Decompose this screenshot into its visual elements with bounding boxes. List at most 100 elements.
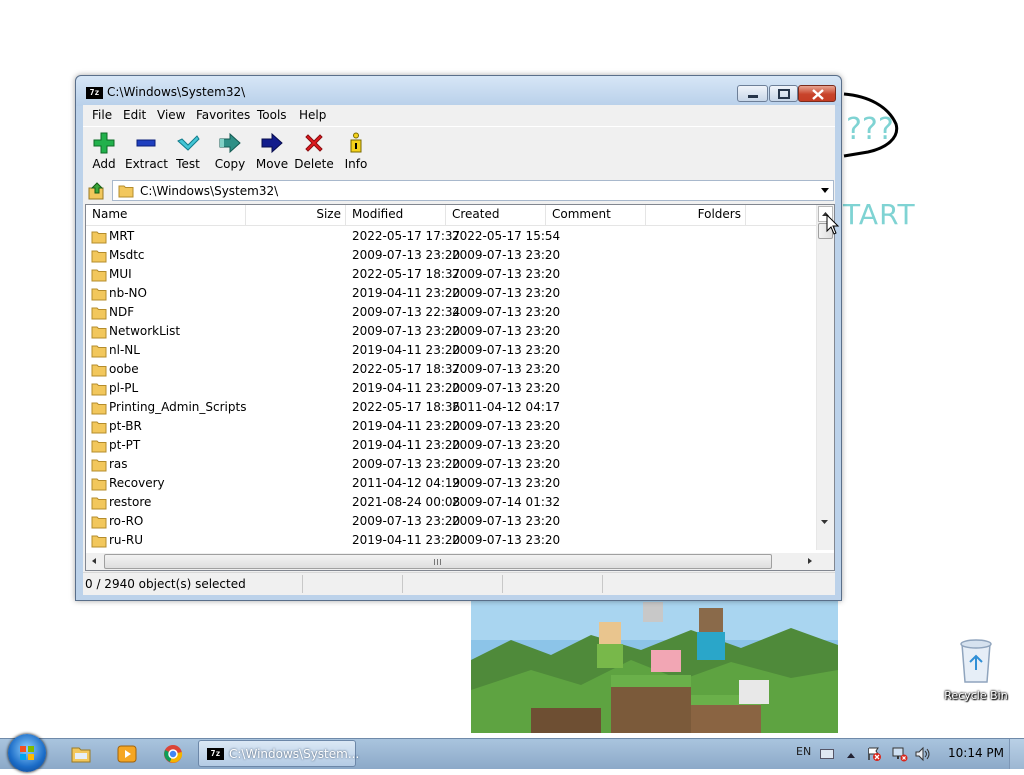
col-header-folders[interactable]: Folders <box>646 205 746 225</box>
file-list[interactable]: Name Size Modified Created Comment Folde… <box>85 204 835 571</box>
menu-tools[interactable]: Tools <box>257 108 287 122</box>
tray-expand-icon[interactable] <box>846 751 856 759</box>
volume-icon[interactable] <box>914 746 932 762</box>
extract-button[interactable]: Extract <box>125 131 168 171</box>
table-row[interactable]: pt-BR 2019-04-11 23:20 2009-07-13 23:20 <box>86 417 818 436</box>
horizontal-scroll-thumb[interactable] <box>104 554 772 569</box>
taskbar-task-7zip[interactable]: 7z C:\Windows\System... <box>198 740 359 767</box>
menu-favorites[interactable]: Favorites <box>196 108 250 122</box>
network-icon[interactable] <box>892 746 908 762</box>
row-name: Printing_Admin_Scripts <box>109 400 247 414</box>
row-created: 2022-05-17 15:54 <box>452 229 561 243</box>
close-button[interactable] <box>798 85 836 102</box>
status-divider <box>502 575 503 593</box>
delete-button[interactable]: Delete <box>293 131 335 171</box>
checkmark-icon <box>177 135 200 151</box>
table-row[interactable]: Msdtc 2009-07-13 23:20 2009-07-13 23:20 <box>86 246 818 265</box>
arrow-right-icon[interactable] <box>804 556 814 566</box>
row-created: 2009-07-13 23:20 <box>452 476 561 490</box>
scroll-down-button[interactable] <box>818 515 833 531</box>
table-row[interactable]: Printing_Admin_Scripts 2022-05-17 18:36 20… <box>86 398 818 417</box>
table-row[interactable]: pt-PT 2019-04-11 23:20 2009-07-13 23:20 <box>86 436 818 455</box>
col-header-size[interactable]: Size <box>246 205 346 225</box>
recycle-bin-label: Recycle Bin <box>944 689 1008 702</box>
row-modified: 2011-04-12 04:19 <box>352 476 461 490</box>
menu-help[interactable]: Help <box>299 108 326 122</box>
table-row[interactable]: ru-RU 2019-04-11 23:20 2009-07-13 23:20 <box>86 531 818 550</box>
recycle-bin-desktop-icon[interactable]: Recycle Bin <box>940 636 1012 702</box>
start-button[interactable] <box>8 734 46 772</box>
col-header-created[interactable]: Created <box>446 205 546 225</box>
explorer-taskbar-icon[interactable] <box>70 743 92 765</box>
windows-logo-icon <box>20 746 34 760</box>
vertical-scrollbar[interactable] <box>816 205 834 550</box>
test-button[interactable]: Test <box>167 131 209 171</box>
table-row[interactable]: nb-NO 2019-04-11 23:20 2009-07-13 23:20 <box>86 284 818 303</box>
media-player-taskbar-icon[interactable] <box>116 743 138 765</box>
col-header-comment[interactable]: Comment <box>546 205 646 225</box>
path-input[interactable]: C:\Windows\System32\ <box>112 180 834 201</box>
info-label: Info <box>344 157 368 171</box>
table-row[interactable]: MRT 2022-05-17 17:37 2022-05-17 15:54 <box>86 227 818 246</box>
table-row[interactable]: nl-NL 2019-04-11 23:20 2009-07-13 23:20 <box>86 341 818 360</box>
horizontal-scrollbar[interactable] <box>86 553 818 570</box>
delete-label: Delete <box>294 157 334 171</box>
row-created: 2009-07-13 23:20 <box>452 533 561 547</box>
table-row[interactable]: MUI 2022-05-17 18:37 2009-07-13 23:20 <box>86 265 818 284</box>
info-button[interactable]: Info <box>335 131 377 171</box>
minimize-button[interactable] <box>737 85 768 102</box>
arrow-left-icon[interactable] <box>90 556 100 566</box>
table-row[interactable]: Recovery 2011-04-12 04:19 2009-07-13 23:20 <box>86 474 818 493</box>
row-name: MUI <box>109 267 132 281</box>
table-row[interactable]: ras 2009-07-13 23:20 2009-07-13 23:20 <box>86 455 818 474</box>
table-row[interactable]: pl-PL 2019-04-11 23:20 2009-07-13 23:20 <box>86 379 818 398</box>
row-name: Msdtc <box>109 248 145 262</box>
folder-icon <box>91 459 107 472</box>
language-indicator[interactable]: EN <box>796 745 811 758</box>
mouse-cursor-icon <box>826 214 840 235</box>
add-button[interactable]: Add <box>83 131 125 171</box>
window-titlebar[interactable]: 7z C:\Windows\System32\ <box>76 76 841 106</box>
col-header-name[interactable]: Name <box>86 205 246 225</box>
row-name: ro-RO <box>109 514 144 528</box>
chrome-taskbar-icon[interactable] <box>162 743 184 765</box>
folder-icon <box>91 364 107 377</box>
row-name: ru-RU <box>109 533 143 547</box>
folder-up-button[interactable] <box>87 181 107 201</box>
show-desktop-button[interactable] <box>1009 739 1024 769</box>
7zip-taskbar-icon: 7z <box>207 748 224 760</box>
move-arrow-icon <box>261 132 283 154</box>
row-modified: 2009-07-13 23:20 <box>352 324 461 338</box>
table-row[interactable]: NDF 2009-07-13 22:34 2009-07-13 23:20 <box>86 303 818 322</box>
table-row[interactable]: restore 2021-08-24 00:08 2009-07-14 01:32 <box>86 493 818 512</box>
menu-file[interactable]: File <box>92 108 112 122</box>
folder-icon <box>91 326 107 339</box>
row-name: MRT <box>109 229 135 243</box>
table-row[interactable]: ro-RO 2009-07-13 23:20 2009-07-13 23:20 <box>86 512 818 531</box>
row-name: Recovery <box>109 476 165 490</box>
minus-icon <box>136 139 156 147</box>
move-button[interactable]: Move <box>251 131 293 171</box>
folder-icon <box>91 231 107 244</box>
row-modified: 2009-07-13 22:34 <box>352 305 461 319</box>
window-title: C:\Windows\System32\ <box>107 85 246 99</box>
desktop-start-text: TART <box>843 198 916 231</box>
list-rows: MRT 2022-05-17 17:37 2022-05-17 15:54 Msdtc… <box>86 227 818 550</box>
table-row[interactable]: oobe 2022-05-17 18:37 2009-07-13 23:20 <box>86 360 818 379</box>
action-center-icon[interactable] <box>866 746 882 762</box>
menu-edit[interactable]: Edit <box>123 108 146 122</box>
folder-icon <box>91 440 107 453</box>
keyboard-icon[interactable] <box>820 749 834 759</box>
arrow-down-icon <box>821 520 828 524</box>
maximize-button[interactable] <box>769 85 798 102</box>
menu-view[interactable]: View <box>157 108 185 122</box>
copy-button[interactable]: Copy <box>209 131 251 171</box>
col-header-modified[interactable]: Modified <box>346 205 446 225</box>
window-client-area: File Edit View Favorites Tools Help Add … <box>83 105 835 595</box>
taskbar-clock[interactable]: 10:14 PM <box>948 746 1004 760</box>
row-created: 2009-07-13 23:20 <box>452 267 561 281</box>
chevron-down-icon[interactable] <box>820 185 830 195</box>
folder-icon <box>91 516 107 529</box>
row-modified: 2019-04-11 23:20 <box>352 343 461 357</box>
table-row[interactable]: NetworkList 2009-07-13 23:20 2009-07-13 23… <box>86 322 818 341</box>
